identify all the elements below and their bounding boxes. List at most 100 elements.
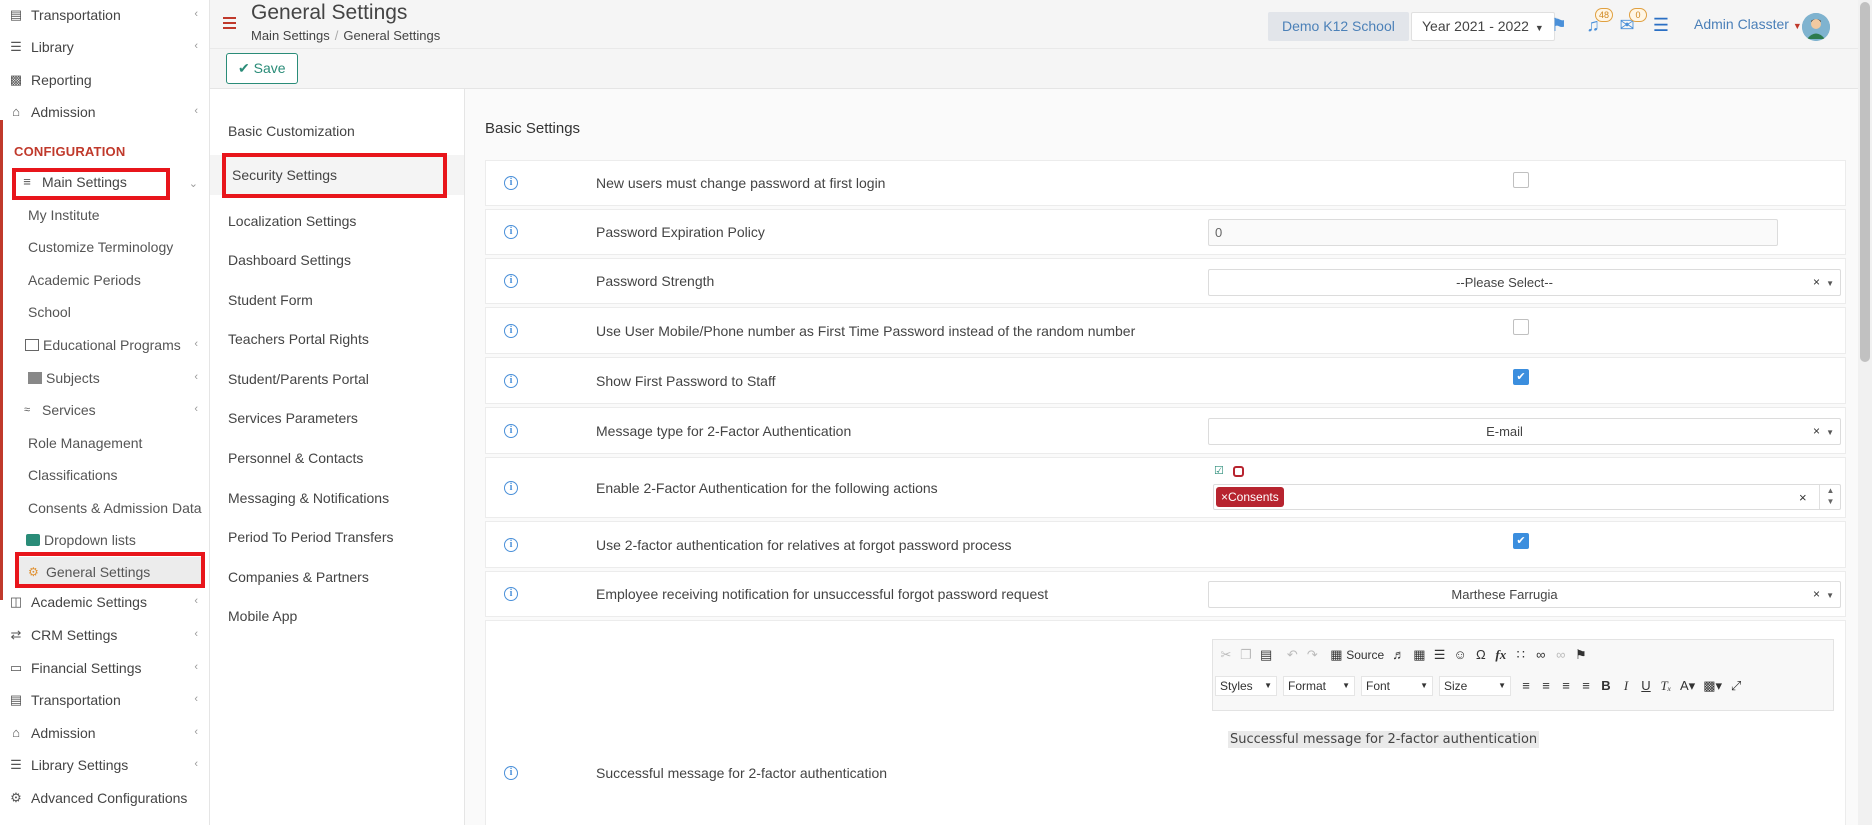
- info-icon[interactable]: i: [504, 374, 518, 388]
- sidebar-item-crm-settings[interactable]: ⇄ CRM Settings ‹: [0, 620, 209, 650]
- italic-icon[interactable]: I: [1617, 676, 1635, 696]
- placeholder-icon[interactable]: ∷: [1512, 645, 1530, 665]
- sidebar-item-library[interactable]: ☰ Library ‹: [0, 32, 209, 62]
- info-icon[interactable]: i: [504, 538, 518, 552]
- sidebar-subitem-educational-programs[interactable]: Educational Programs ‹: [0, 330, 209, 360]
- force-password-change-checkbox[interactable]: [1513, 172, 1529, 188]
- subnav-item-mobile-app[interactable]: Mobile App: [210, 596, 464, 636]
- password-strength-select[interactable]: --Please Select-- × ▼: [1208, 269, 1841, 296]
- page-scrollbar[interactable]: [1858, 0, 1872, 825]
- paste-icon[interactable]: ▤: [1257, 645, 1275, 665]
- subnav-item-localization-settings[interactable]: Localization Settings: [210, 201, 464, 241]
- info-icon[interactable]: i: [504, 424, 518, 438]
- notification-employee-select[interactable]: Marthese Farrugia × ▼: [1208, 581, 1841, 608]
- anchor-flag-icon[interactable]: ⚑: [1572, 645, 1590, 665]
- subnav-item-student-form[interactable]: Student Form: [210, 280, 464, 320]
- two-factor-actions-multiselect[interactable]: ×Consents × ▲ ▼: [1213, 484, 1841, 510]
- envelope-icon[interactable]: ✉ 0: [1616, 8, 1647, 35]
- size-combo[interactable]: Size ▼: [1439, 676, 1511, 696]
- bold-icon[interactable]: B: [1597, 676, 1615, 696]
- align-justify-icon[interactable]: ≡: [1577, 676, 1595, 696]
- two-factor-message-type-select[interactable]: E-mail × ▼: [1208, 418, 1841, 445]
- sidebar-subitem-services[interactable]: ≈ Services ‹: [0, 395, 209, 425]
- background-color-icon[interactable]: ▩▾: [1700, 676, 1725, 696]
- editor-content[interactable]: Successful message for 2-factor authenti…: [1228, 731, 1540, 748]
- show-first-password-checkbox[interactable]: ✔: [1513, 369, 1529, 385]
- sidebar-item-academic-settings[interactable]: ◫ Academic Settings ‹: [0, 587, 209, 617]
- flag-icon[interactable]: ⚑: [1548, 15, 1570, 35]
- password-expiration-input[interactable]: 0: [1208, 219, 1778, 246]
- info-icon[interactable]: i: [504, 766, 518, 780]
- year-selector[interactable]: Year 2021 - 2022 ▼: [1411, 12, 1555, 41]
- subnav-item-security-settings[interactable]: Security Settings: [210, 155, 464, 195]
- sidebar-subitem-classifications[interactable]: Classifications: [0, 460, 209, 490]
- sidebar-subitem-academic-periods[interactable]: Academic Periods: [0, 265, 209, 295]
- subnav-item-dashboard-settings[interactable]: Dashboard Settings: [210, 240, 464, 280]
- info-icon[interactable]: i: [504, 225, 518, 239]
- info-icon[interactable]: i: [504, 324, 518, 338]
- subnav-item-services-parameters[interactable]: Services Parameters: [210, 398, 464, 438]
- sidebar-item-transportation[interactable]: ▤ Transportation ‹: [0, 0, 209, 30]
- tag-consents[interactable]: ×Consents: [1216, 487, 1284, 507]
- sidebar-subitem-consents-admission-data[interactable]: Consents & Admission Data: [0, 493, 209, 523]
- sidebar-item-reporting[interactable]: ▩ Reporting: [0, 65, 209, 95]
- bell-icon[interactable]: ♫ 48: [1582, 8, 1613, 35]
- info-icon[interactable]: i: [504, 176, 518, 190]
- subnav-item-basic-customization[interactable]: Basic Customization: [210, 111, 464, 151]
- save-button[interactable]: ✔ Save: [226, 53, 298, 84]
- clear-icon[interactable]: ×: [1813, 425, 1820, 438]
- source-button[interactable]: ▦ Source: [1327, 645, 1387, 665]
- table-icon[interactable]: ▦: [1410, 645, 1428, 665]
- audio-icon[interactable]: ♬: [1389, 645, 1408, 665]
- link-icon[interactable]: ∞: [1532, 645, 1550, 665]
- sidebar-subitem-dropdown-lists[interactable]: Dropdown lists: [0, 525, 209, 555]
- sidebar-subitem-role-management[interactable]: Role Management: [0, 428, 209, 458]
- styles-combo[interactable]: Styles ▼: [1215, 676, 1277, 696]
- sidebar-item-admission-settings[interactable]: ⌂ Admission ‹: [0, 718, 209, 748]
- smiley-icon[interactable]: ☺: [1451, 645, 1470, 665]
- clear-icon[interactable]: ×: [1813, 588, 1820, 601]
- sidebar-item-transportation-settings[interactable]: ▤ Transportation ‹: [0, 685, 209, 715]
- sidebar-subitem-subjects[interactable]: Subjects ‹: [0, 363, 209, 393]
- sidebar-subitem-my-institute[interactable]: My Institute: [0, 200, 209, 230]
- font-combo[interactable]: Font ▼: [1361, 676, 1433, 696]
- maximize-icon[interactable]: ⤢: [1727, 676, 1745, 696]
- subnav-item-period-transfers[interactable]: Period To Period Transfers: [210, 517, 464, 557]
- omega-icon[interactable]: Ω: [1472, 645, 1490, 665]
- breadcrumb-item-main-settings[interactable]: Main Settings: [251, 28, 330, 43]
- cut-icon[interactable]: ✂: [1217, 645, 1235, 665]
- info-icon[interactable]: i: [504, 481, 518, 495]
- user-menu[interactable]: Admin Classter ▼: [1694, 16, 1802, 32]
- sidebar-item-admission[interactable]: ⌂ Admission ‹: [0, 97, 209, 127]
- underline-icon[interactable]: U: [1637, 676, 1655, 696]
- relatives-2fa-checkbox[interactable]: ✔: [1513, 533, 1529, 549]
- align-right-icon[interactable]: ≡: [1557, 676, 1575, 696]
- sidebar-item-main-settings[interactable]: ≡ Main Settings ⌄: [0, 167, 209, 197]
- format-combo[interactable]: Format ▼: [1283, 676, 1355, 696]
- layers-plus-icon[interactable]: ☰: [1650, 15, 1672, 35]
- sidebar-subitem-general-settings[interactable]: ⚙ General Settings: [18, 557, 204, 587]
- formula-icon[interactable]: fx: [1492, 645, 1510, 665]
- redo-icon[interactable]: ↷: [1303, 645, 1321, 665]
- info-icon[interactable]: i: [504, 587, 518, 601]
- sidebar-item-advanced-configurations[interactable]: ⚙ Advanced Configurations: [0, 783, 209, 813]
- sidebar-item-library-settings[interactable]: ☰ Library Settings ‹: [0, 750, 209, 780]
- sidebar-subitem-school[interactable]: School: [0, 297, 209, 327]
- mobile-first-password-checkbox[interactable]: [1513, 319, 1529, 335]
- select-all-icon[interactable]: ☑: [1214, 464, 1224, 477]
- subnav-item-messaging-notifications[interactable]: Messaging & Notifications: [210, 478, 464, 518]
- deselect-all-icon[interactable]: [1233, 466, 1244, 477]
- hamburger-menu-icon[interactable]: [223, 17, 236, 29]
- scrollbar-thumb[interactable]: [1860, 2, 1870, 362]
- sidebar-subitem-customize-terminology[interactable]: Customize Terminology: [0, 232, 209, 262]
- subnav-item-student-parents-portal[interactable]: Student/Parents Portal: [210, 359, 464, 399]
- align-left-icon[interactable]: ≡: [1517, 676, 1535, 696]
- subnav-item-teachers-portal-rights[interactable]: Teachers Portal Rights: [210, 319, 464, 359]
- align-center-icon[interactable]: ≡: [1537, 676, 1555, 696]
- horizontal-rule-icon[interactable]: ☰: [1431, 645, 1449, 665]
- school-selector-button[interactable]: Demo K12 School: [1268, 12, 1409, 41]
- sidebar-item-financial-settings[interactable]: ▭ Financial Settings ‹: [0, 653, 209, 683]
- subnav-item-companies-partners[interactable]: Companies & Partners: [210, 557, 464, 597]
- clear-icon[interactable]: ×: [1813, 276, 1820, 289]
- subnav-item-personnel-contacts[interactable]: Personnel & Contacts: [210, 438, 464, 478]
